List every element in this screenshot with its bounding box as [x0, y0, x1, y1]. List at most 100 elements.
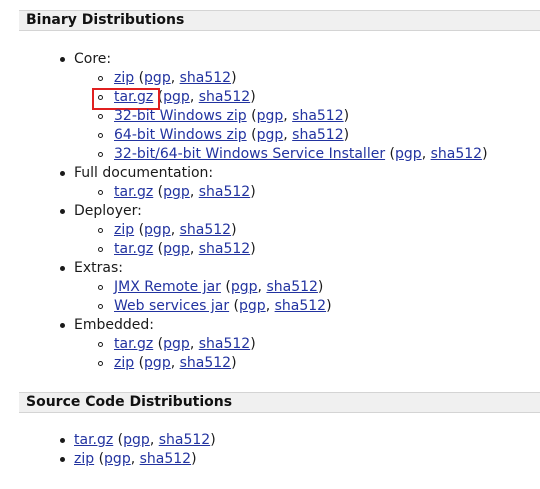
- pgp-link[interactable]: pgp: [144, 70, 171, 86]
- paren-close: ): [231, 355, 237, 371]
- sha512-link[interactable]: sha512: [199, 241, 250, 257]
- pgp-link[interactable]: pgp: [163, 241, 190, 257]
- binary-distributions-heading: Binary Distributions: [19, 10, 540, 31]
- paren-open: (: [134, 70, 145, 86]
- pgp-link[interactable]: pgp: [239, 298, 266, 314]
- circle-bullet-icon: [98, 95, 103, 100]
- sha512-link[interactable]: sha512: [199, 336, 250, 352]
- sha512-link[interactable]: sha512: [180, 222, 231, 238]
- bullet-icon: [60, 438, 65, 443]
- comma: ,: [130, 451, 140, 467]
- pgp-link[interactable]: pgp: [163, 184, 190, 200]
- pgp-link[interactable]: pgp: [231, 279, 258, 295]
- paren-close: ): [250, 336, 256, 352]
- paren-open: (: [246, 108, 257, 124]
- core-item-targz: tar.gz (pgp, sha512): [114, 88, 256, 107]
- comma: ,: [283, 127, 293, 143]
- pgp-link[interactable]: pgp: [257, 127, 284, 143]
- bullet-icon: [60, 266, 65, 271]
- download-link[interactable]: tar.gz: [114, 89, 153, 105]
- pgp-link[interactable]: pgp: [257, 108, 284, 124]
- paren-close: ): [343, 108, 350, 124]
- extras-item-jmx: JMX Remote jar (pgp, sha512): [114, 278, 323, 297]
- sha512-link[interactable]: sha512: [199, 184, 250, 200]
- paren-open: (: [94, 451, 105, 467]
- sha512-link[interactable]: sha512: [180, 70, 231, 86]
- paren-open: (: [113, 432, 124, 448]
- pgp-link[interactable]: pgp: [144, 222, 171, 238]
- circle-bullet-icon: [98, 285, 103, 290]
- embedded-item-zip: zip (pgp, sha512): [114, 354, 237, 373]
- sha512-link[interactable]: sha512: [292, 127, 343, 143]
- group-label-extras: Extras:: [74, 260, 123, 276]
- paren-close: ): [250, 89, 256, 105]
- paren-close: ): [191, 451, 197, 467]
- paren-close: ): [250, 241, 256, 257]
- sha512-link[interactable]: sha512: [292, 108, 343, 124]
- docs-item-targz: tar.gz (pgp, sha512): [114, 183, 256, 202]
- sha512-link[interactable]: sha512: [140, 451, 191, 467]
- circle-bullet-icon: [98, 76, 103, 81]
- download-link[interactable]: zip: [114, 222, 134, 238]
- pgp-link[interactable]: pgp: [144, 355, 171, 371]
- comma: ,: [189, 184, 199, 200]
- pgp-link[interactable]: pgp: [395, 146, 422, 162]
- download-link[interactable]: tar.gz: [114, 184, 153, 200]
- circle-bullet-icon: [98, 342, 103, 347]
- group-label-core: Core:: [74, 51, 112, 67]
- download-link[interactable]: zip: [114, 355, 134, 371]
- source-item-zip: zip (pgp, sha512): [74, 450, 197, 469]
- download-link[interactable]: 32-bit Windows zip: [114, 108, 247, 124]
- paren-close: ): [343, 127, 350, 143]
- paren-close: ): [250, 184, 256, 200]
- deployer-item-zip: zip (pgp, sha512): [114, 221, 237, 240]
- download-link[interactable]: zip: [74, 451, 94, 467]
- pgp-link[interactable]: pgp: [163, 89, 190, 105]
- bullet-icon: [60, 457, 65, 462]
- core-item-zip: zip (pgp, sha512): [114, 69, 237, 88]
- circle-bullet-icon: [98, 304, 103, 309]
- paren-open: (: [134, 222, 145, 238]
- pgp-link[interactable]: pgp: [104, 451, 131, 467]
- pgp-link[interactable]: pgp: [123, 432, 150, 448]
- download-link[interactable]: tar.gz: [114, 336, 153, 352]
- sha512-link[interactable]: sha512: [431, 146, 482, 162]
- comma: ,: [170, 70, 180, 86]
- paren-open: (: [220, 279, 231, 295]
- download-link[interactable]: tar.gz: [114, 241, 153, 257]
- pgp-link[interactable]: pgp: [163, 336, 190, 352]
- paren-close: ): [482, 146, 488, 162]
- deployer-item-targz: tar.gz (pgp, sha512): [114, 240, 256, 259]
- circle-bullet-icon: [98, 114, 103, 119]
- download-link[interactable]: Web services jar: [114, 298, 229, 314]
- circle-bullet-icon: [98, 152, 103, 157]
- paren-close: ): [317, 279, 324, 295]
- circle-bullet-icon: [98, 247, 103, 252]
- sha512-link[interactable]: sha512: [266, 279, 317, 295]
- download-link[interactable]: tar.gz: [74, 432, 113, 448]
- comma: ,: [189, 241, 199, 257]
- source-item-targz: tar.gz (pgp, sha512): [74, 431, 216, 450]
- sha512-link[interactable]: sha512: [199, 89, 250, 105]
- download-link[interactable]: 32-bit/64-bit Windows Service Installer: [114, 146, 385, 162]
- core-item-installer: 32-bit/64-bit Windows Service Installer …: [114, 145, 488, 164]
- circle-bullet-icon: [98, 361, 103, 366]
- download-link[interactable]: JMX Remote jar: [114, 279, 221, 295]
- embedded-item-targz: tar.gz (pgp, sha512): [114, 335, 256, 354]
- comma: ,: [170, 355, 180, 371]
- comma: ,: [265, 298, 275, 314]
- paren-open: (: [246, 127, 257, 143]
- paren-open: (: [229, 298, 240, 314]
- download-link[interactable]: 64-bit Windows zip: [114, 127, 247, 143]
- bullet-icon: [60, 171, 65, 176]
- group-label-deployer: Deployer:: [74, 203, 142, 219]
- source-code-distributions-heading: Source Code Distributions: [19, 392, 540, 413]
- sha512-link[interactable]: sha512: [275, 298, 326, 314]
- sha512-link[interactable]: sha512: [180, 355, 231, 371]
- comma: ,: [421, 146, 431, 162]
- sha512-link[interactable]: sha512: [159, 432, 210, 448]
- comma: ,: [189, 89, 199, 105]
- download-link[interactable]: zip: [114, 70, 134, 86]
- paren-open: (: [385, 146, 396, 162]
- paren-open: (: [153, 89, 164, 105]
